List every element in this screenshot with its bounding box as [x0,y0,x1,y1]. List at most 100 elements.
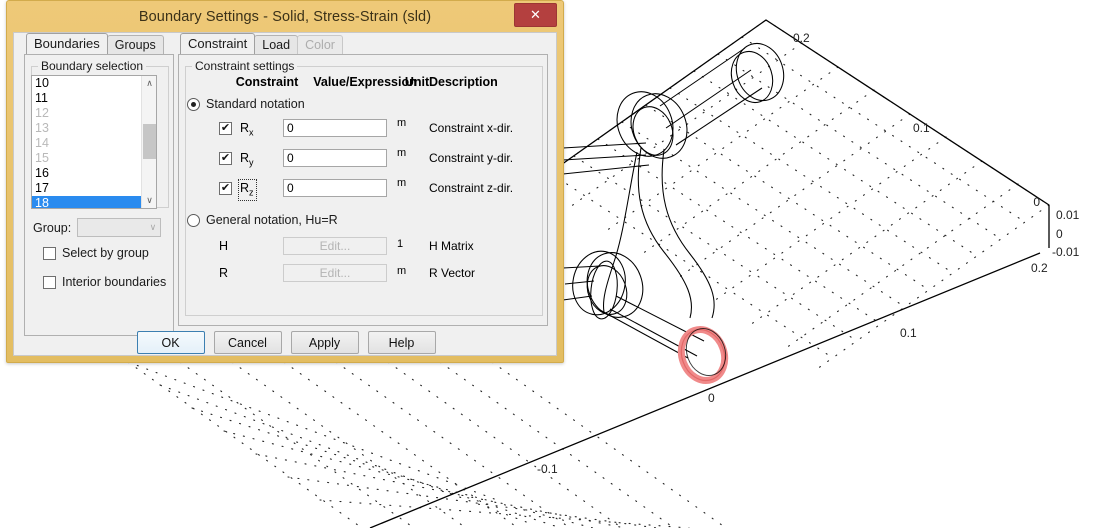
boundary-selection-legend: Boundary selection [38,59,147,73]
axis-label-y-01: 0.1 [913,121,930,135]
ok-button-label: OK [161,335,180,350]
help-button[interactable]: Help [367,331,436,354]
standard-notation-label: Standard notation [206,97,305,111]
list-item[interactable]: 10 [32,76,141,91]
dialog-body: Boundaries Groups Constraint Load Color [13,32,557,356]
r-description: R Vector [429,266,476,280]
help-button-label: Help [388,335,415,350]
list-item-selected[interactable]: 18 [32,196,141,208]
dialog-title: Boundary Settings - Solid, Stress-Strain… [138,8,432,25]
radio-button [187,213,200,227]
tab-constraint[interactable]: Constraint [180,33,256,54]
list-item[interactable]: 12 [32,106,141,121]
axis-label-z-0: 0 [1056,227,1063,241]
group-combobox[interactable]: ∨ [77,218,162,237]
r-edit-label: Edit... [319,266,351,280]
tab-groups-label: Groups [114,38,156,52]
list-item[interactable]: 15 [32,151,141,166]
interior-boundaries-checkbox[interactable]: Interior boundaries [43,275,166,289]
apply-button-label: Apply [308,335,341,350]
h-unit: 1 [397,238,404,250]
axis-label-z-001: 0.01 [1056,208,1080,222]
close-glyph: ✕ [530,7,541,22]
axis-label-z-m001: -0.01 [1052,245,1080,259]
constraint-panel: Constraint settings Constraint Value/Exp… [178,54,548,326]
list-item[interactable]: 11 [32,91,141,106]
radio-button [187,97,200,111]
rx-checkbox[interactable]: ✔ [219,122,232,135]
chevron-down-icon: ∨ [149,222,157,232]
boundary-settings-dialog: Boundary Settings - Solid, Stress-Strain… [6,0,564,363]
select-by-group-label: Select by group [62,246,149,260]
tab-load[interactable]: Load [254,35,299,54]
tab-constraint-label: Constraint [188,36,248,51]
cancel-button[interactable]: Cancel [213,331,282,354]
list-item[interactable]: 13 [32,121,141,136]
boundary-list-items: 10 11 12 13 14 15 16 17 18 [32,76,141,208]
left-tabstrip: Boundaries Groups [26,33,164,54]
standard-notation-radio[interactable]: Standard notation [187,97,305,111]
close-icon[interactable]: ✕ [514,3,557,27]
scrollbar-thumb[interactable] [143,124,156,159]
rz-unit: m [397,177,407,189]
rx-symbol: Rx [240,121,254,138]
interior-boundaries-label: Interior boundaries [62,275,167,289]
list-item[interactable]: 17 [32,181,141,196]
floor-plane-dots [127,361,727,528]
rz-checkbox[interactable]: ✔ [219,182,232,195]
rz-subscript: z [249,187,254,198]
boundary-list[interactable]: 10 11 12 13 14 15 16 17 18 ∧ ∨ [31,75,157,209]
axis-label-y-02: 0.2 [793,31,810,45]
rx-unit: m [397,117,407,129]
tab-color: Color [297,35,343,54]
select-by-group-checkbox[interactable]: Select by group [43,246,149,260]
checkbox-box [43,275,56,289]
h-description: H Matrix [429,239,474,253]
constraint-settings-legend: Constraint settings [192,59,298,73]
tab-groups[interactable]: Groups [106,35,164,54]
axis-label-yfar-02: 0.2 [1031,261,1048,275]
ry-unit: m [397,147,407,159]
selected-boundary-highlight [677,326,729,384]
ry-checkbox[interactable]: ✔ [219,152,232,165]
check-icon: ✔ [220,152,231,164]
group-label: Group: [33,220,72,235]
ry-subscript: y [249,157,254,168]
boundaries-panel: Boundary selection 10 11 12 13 14 15 16 … [24,54,174,336]
ry-value-input[interactable] [283,149,387,167]
axis-label-x-m01: -0.1 [537,462,558,476]
list-item[interactable]: 14 [32,136,141,151]
tab-boundaries-label: Boundaries [34,36,100,51]
h-edit-button: Edit... [283,237,387,255]
wireframe-geometry [562,42,785,359]
scroll-down-icon[interactable]: ∨ [142,193,156,208]
tab-boundaries[interactable]: Boundaries [26,33,108,54]
h-symbol: H [219,239,229,253]
rz-value-input[interactable] [283,179,387,197]
r-edit-button: Edit... [283,264,387,282]
axis-label-x-0: 0 [708,391,715,405]
tab-load-label: Load [262,38,291,52]
ok-button[interactable]: OK [136,331,205,354]
ry-symbol: Ry [240,151,254,168]
axis-label-y-0: 0 [1033,195,1040,209]
right-tabstrip: Constraint Load Color [180,33,343,54]
general-notation-radio[interactable]: General notation, Hu=R [187,213,338,227]
dialog-titlebar[interactable]: Boundary Settings - Solid, Stress-Strain… [7,1,563,32]
scroll-up-icon[interactable]: ∧ [142,76,156,91]
screen: 0.2 0.1 0 0.01 0 -0.01 0.2 0.1 0 -0.1 Bo… [0,0,1114,528]
tab-color-label: Color [305,38,335,52]
list-item[interactable]: 16 [32,166,141,181]
apply-button[interactable]: Apply [290,331,359,354]
ry-description: Constraint y-dir. [429,151,514,165]
column-header-description: Description [429,75,498,89]
rx-value-input[interactable] [283,119,387,137]
rz-symbol: Rz [238,179,257,201]
axis-label-x-01: 0.1 [900,326,917,340]
general-notation-label: General notation, Hu=R [206,213,338,227]
rz-description: Constraint z-dir. [429,181,514,195]
check-icon: ✔ [220,122,231,134]
checkbox-box [43,246,56,260]
boundary-list-scrollbar[interactable]: ∧ ∨ [141,76,156,208]
rx-description: Constraint x-dir. [429,121,514,135]
